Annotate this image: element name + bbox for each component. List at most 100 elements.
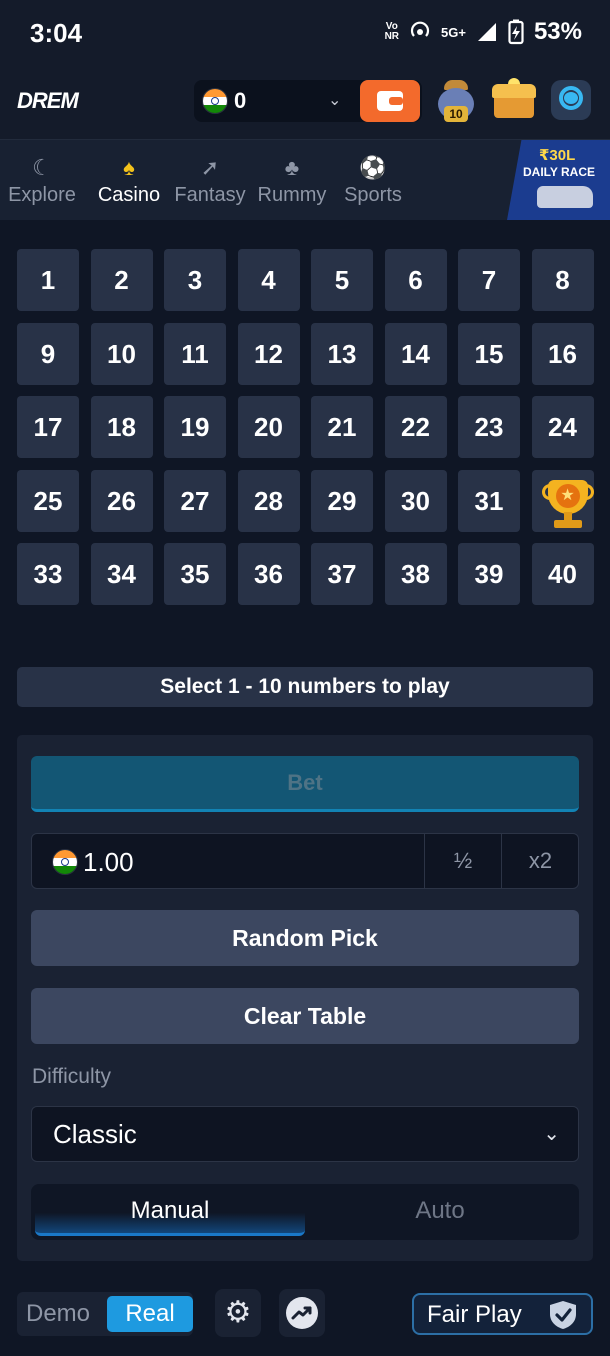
tab-fantasy[interactable]: ➚ Fantasy <box>168 154 252 207</box>
keno-cell[interactable]: 27 <box>164 469 226 532</box>
status-icons: Vo NR 5G+ 53% <box>385 18 582 46</box>
tab-fantasy-label: Fantasy <box>174 184 246 206</box>
clear-table-button[interactable]: Clear Table <box>31 988 579 1044</box>
pot-badge: 10 <box>444 106 468 122</box>
balance-value: 0 <box>234 88 247 113</box>
keno-cell[interactable]: 39 <box>458 543 520 605</box>
settings-button[interactable]: ⚙ <box>215 1289 261 1337</box>
keno-cell[interactable]: 1 <box>17 249 79 311</box>
keno-cell[interactable]: 21 <box>311 396 373 458</box>
keno-cell[interactable]: 17 <box>17 396 79 458</box>
keno-cell[interactable]: 8 <box>531 249 594 311</box>
tab-rummy-label: Rummy <box>257 184 327 206</box>
tab-casino[interactable]: ♠ Casino <box>92 154 166 207</box>
selection-hint: Select 1 - 10 numbers to play <box>17 667 593 707</box>
demo-real-toggle: Demo Real <box>17 1292 193 1336</box>
keno-cell[interactable]: 5 <box>311 249 373 311</box>
wallet-button[interactable] <box>360 80 420 122</box>
app-header: DREM 0 ⌄ 10 <box>0 68 610 140</box>
keno-cell[interactable]: 6 <box>384 249 447 311</box>
double-amount-button[interactable]: x2 <box>501 834 579 888</box>
status-time: 3:04 <box>30 18 83 48</box>
keno-cell[interactable]: 12 <box>237 322 300 385</box>
shield-check-icon <box>550 1301 576 1329</box>
daily-race-banner[interactable]: ₹30L DAILY RACE <box>507 140 610 220</box>
keno-cell[interactable]: 28 <box>237 469 300 532</box>
planet-icon: ☾ <box>32 155 52 180</box>
keno-cell[interactable]: 30 <box>384 469 447 532</box>
keno-cell[interactable]: 24 <box>531 396 594 458</box>
support-button[interactable] <box>551 80 591 120</box>
tab-explore[interactable]: ☾ Explore <box>0 154 92 207</box>
keno-cell[interactable]: 22 <box>384 396 447 458</box>
tab-explore-label: Explore <box>8 184 76 206</box>
keno-cell[interactable]: 9 <box>17 322 79 385</box>
keno-cell[interactable]: 15 <box>458 322 520 385</box>
difficulty-select[interactable]: Classic ⌄ <box>31 1106 579 1162</box>
india-flag-icon <box>52 849 78 875</box>
race-amount: ₹30L <box>539 147 576 164</box>
tab-sports-label: Sports <box>344 184 402 206</box>
rewards-chest-button[interactable] <box>492 78 536 124</box>
keno-cell[interactable]: 31 <box>458 469 520 532</box>
bet-amount-value[interactable]: 1.00 <box>83 847 134 878</box>
keno-cell[interactable]: 40 <box>531 543 594 605</box>
race-car-icon <box>537 186 593 208</box>
demo-button[interactable]: Demo <box>26 1300 90 1328</box>
keno-number-grid: 1 2 3 4 5 6 7 8 9 10 11 12 13 14 15 16 17 18 19 20 21 22 23 24 2… <box>17 249 594 605</box>
keno-cell[interactable]: 18 <box>90 396 153 458</box>
keno-cell[interactable]: 13 <box>311 322 373 385</box>
tab-auto[interactable]: Auto <box>305 1188 575 1236</box>
keno-cell[interactable]: 19 <box>164 396 226 458</box>
cricket-bat-icon: ➚ <box>200 155 220 180</box>
loot-pot-button[interactable]: 10 <box>434 78 478 124</box>
network-type: 5G+ <box>441 24 466 40</box>
bet-amount-field[interactable]: 1.00 ½ x2 <box>31 833 579 889</box>
keno-cell[interactable]: 4 <box>237 249 300 311</box>
keno-cell[interactable]: 33 <box>17 543 79 605</box>
real-button[interactable]: Real <box>107 1296 193 1332</box>
keno-cell[interactable]: 26 <box>90 469 153 532</box>
stats-button[interactable] <box>279 1289 325 1337</box>
keno-cell[interactable]: 3 <box>164 249 226 311</box>
keno-cell-trophy[interactable]: ★ <box>531 469 594 532</box>
keno-cell[interactable]: 16 <box>531 322 594 385</box>
india-flag-icon <box>202 88 228 114</box>
tab-rummy[interactable]: ♣ Rummy <box>250 154 334 207</box>
tab-casino-label: Casino <box>97 184 161 206</box>
difficulty-label: Difficulty <box>32 1065 111 1088</box>
keno-cell[interactable]: 20 <box>237 396 300 458</box>
keno-cell[interactable]: 10 <box>90 322 153 385</box>
bet-button[interactable]: Bet <box>31 756 579 812</box>
keno-cell[interactable]: 14 <box>384 322 447 385</box>
volte-bottom: NR <box>384 31 400 42</box>
tab-sports[interactable]: ⚽ Sports <box>336 154 410 207</box>
gear-icon: ⚙ <box>224 1296 252 1329</box>
keno-cell[interactable]: 7 <box>458 249 520 311</box>
bet-panel: Bet 1.00 ½ x2 Random Pick Clear Table Di… <box>17 735 593 1261</box>
keno-cell[interactable]: 2 <box>90 249 153 311</box>
balance-selector[interactable]: 0 ⌄ <box>194 80 422 122</box>
mode-toggle: Manual Auto <box>31 1184 579 1240</box>
keno-cell[interactable]: 11 <box>164 322 226 385</box>
status-bar: 3:04 Vo NR 5G+ 53% <box>0 0 610 68</box>
fair-play-button[interactable]: Fair Play <box>412 1293 593 1335</box>
random-pick-button[interactable]: Random Pick <box>31 910 579 966</box>
half-amount-button[interactable]: ½ <box>424 834 501 888</box>
spade-icon: ♠ <box>123 155 135 180</box>
keno-cell[interactable]: 25 <box>17 469 79 532</box>
keno-cell[interactable]: 35 <box>164 543 226 605</box>
keno-cell[interactable]: 34 <box>90 543 153 605</box>
keno-cell[interactable]: 38 <box>384 543 447 605</box>
tab-manual[interactable]: Manual <box>35 1188 305 1236</box>
volte-icon: Vo NR <box>385 22 399 42</box>
app-logo[interactable]: DREM <box>17 88 79 114</box>
keno-cell[interactable]: 36 <box>237 543 300 605</box>
fair-play-label: Fair Play <box>427 1301 522 1328</box>
keno-cell[interactable]: 29 <box>311 469 373 532</box>
keno-cell[interactable]: 37 <box>311 543 373 605</box>
cards-icon: ♣ <box>284 155 300 180</box>
chevron-down-icon: ⌄ <box>543 1123 560 1145</box>
keno-cell[interactable]: 23 <box>458 396 520 458</box>
hotspot-icon <box>410 21 430 37</box>
